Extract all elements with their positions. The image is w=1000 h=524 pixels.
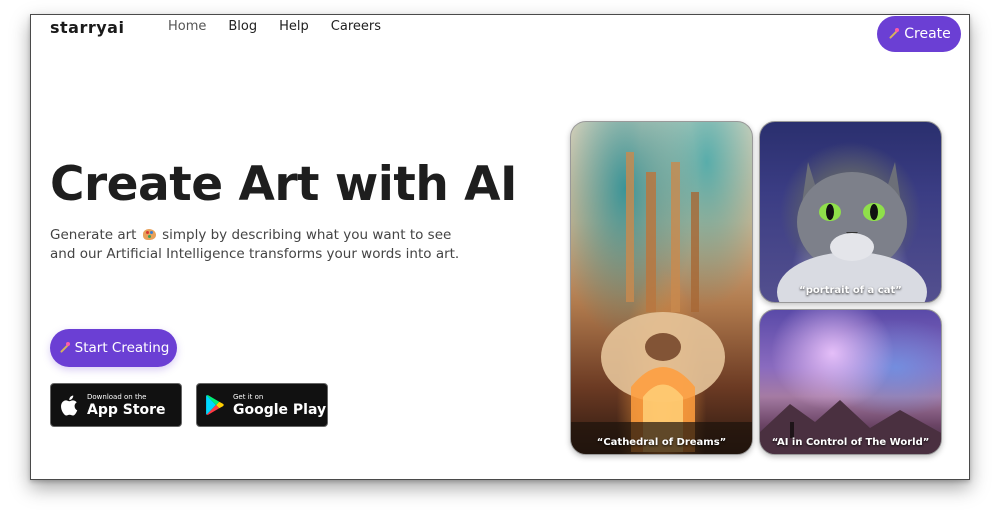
logo[interactable]: starryai bbox=[50, 18, 124, 37]
gallery-card-cat[interactable]: “portrait of a cat” bbox=[759, 121, 942, 303]
magic-wand-icon bbox=[58, 342, 70, 354]
google-play-big-text: Google Play bbox=[233, 401, 327, 418]
google-play-icon bbox=[197, 395, 233, 415]
cat-artwork bbox=[777, 162, 927, 302]
google-play-small-text: Get it on bbox=[233, 392, 264, 401]
create-button[interactable]: Create bbox=[877, 16, 961, 52]
apple-icon bbox=[51, 395, 87, 416]
main-nav: Home Blog Help Careers bbox=[168, 19, 403, 34]
nav-careers-link[interactable]: Careers bbox=[331, 19, 381, 34]
gallery-caption: “portrait of a cat” bbox=[799, 285, 902, 296]
nav-blog-link[interactable]: Blog bbox=[228, 19, 257, 34]
create-button-label: Create bbox=[904, 26, 951, 42]
app-store-badge[interactable]: Download on the App Store bbox=[50, 383, 182, 427]
app-store-small-text: Download on the bbox=[87, 392, 147, 401]
google-play-badge[interactable]: Get it on Google Play bbox=[196, 383, 328, 427]
nav-home-link[interactable]: Home bbox=[168, 19, 206, 34]
hero-subtitle-start: Generate art bbox=[50, 227, 137, 243]
cathedral-artwork bbox=[571, 152, 752, 454]
hero-subtitle: Generate art simply by describing what y… bbox=[50, 226, 460, 264]
nav-help-link[interactable]: Help bbox=[279, 19, 309, 34]
gallery-caption: “AI in Control of The World” bbox=[771, 437, 930, 448]
gallery-card-world[interactable]: “AI in Control of The World” bbox=[759, 309, 942, 455]
hero-title: Create Art with AI bbox=[50, 157, 518, 212]
start-creating-label: Start Creating bbox=[74, 340, 170, 356]
palette-icon bbox=[142, 229, 156, 240]
app-store-big-text: App Store bbox=[87, 401, 166, 418]
gallery-card-cathedral[interactable]: “Cathedral of Dreams” bbox=[570, 121, 753, 455]
magic-wand-icon bbox=[887, 28, 900, 40]
gallery-caption: “Cathedral of Dreams” bbox=[596, 437, 727, 448]
browser-window: starryai Home Blog Help Careers Create C… bbox=[30, 14, 970, 480]
start-creating-button[interactable]: Start Creating bbox=[50, 329, 177, 367]
